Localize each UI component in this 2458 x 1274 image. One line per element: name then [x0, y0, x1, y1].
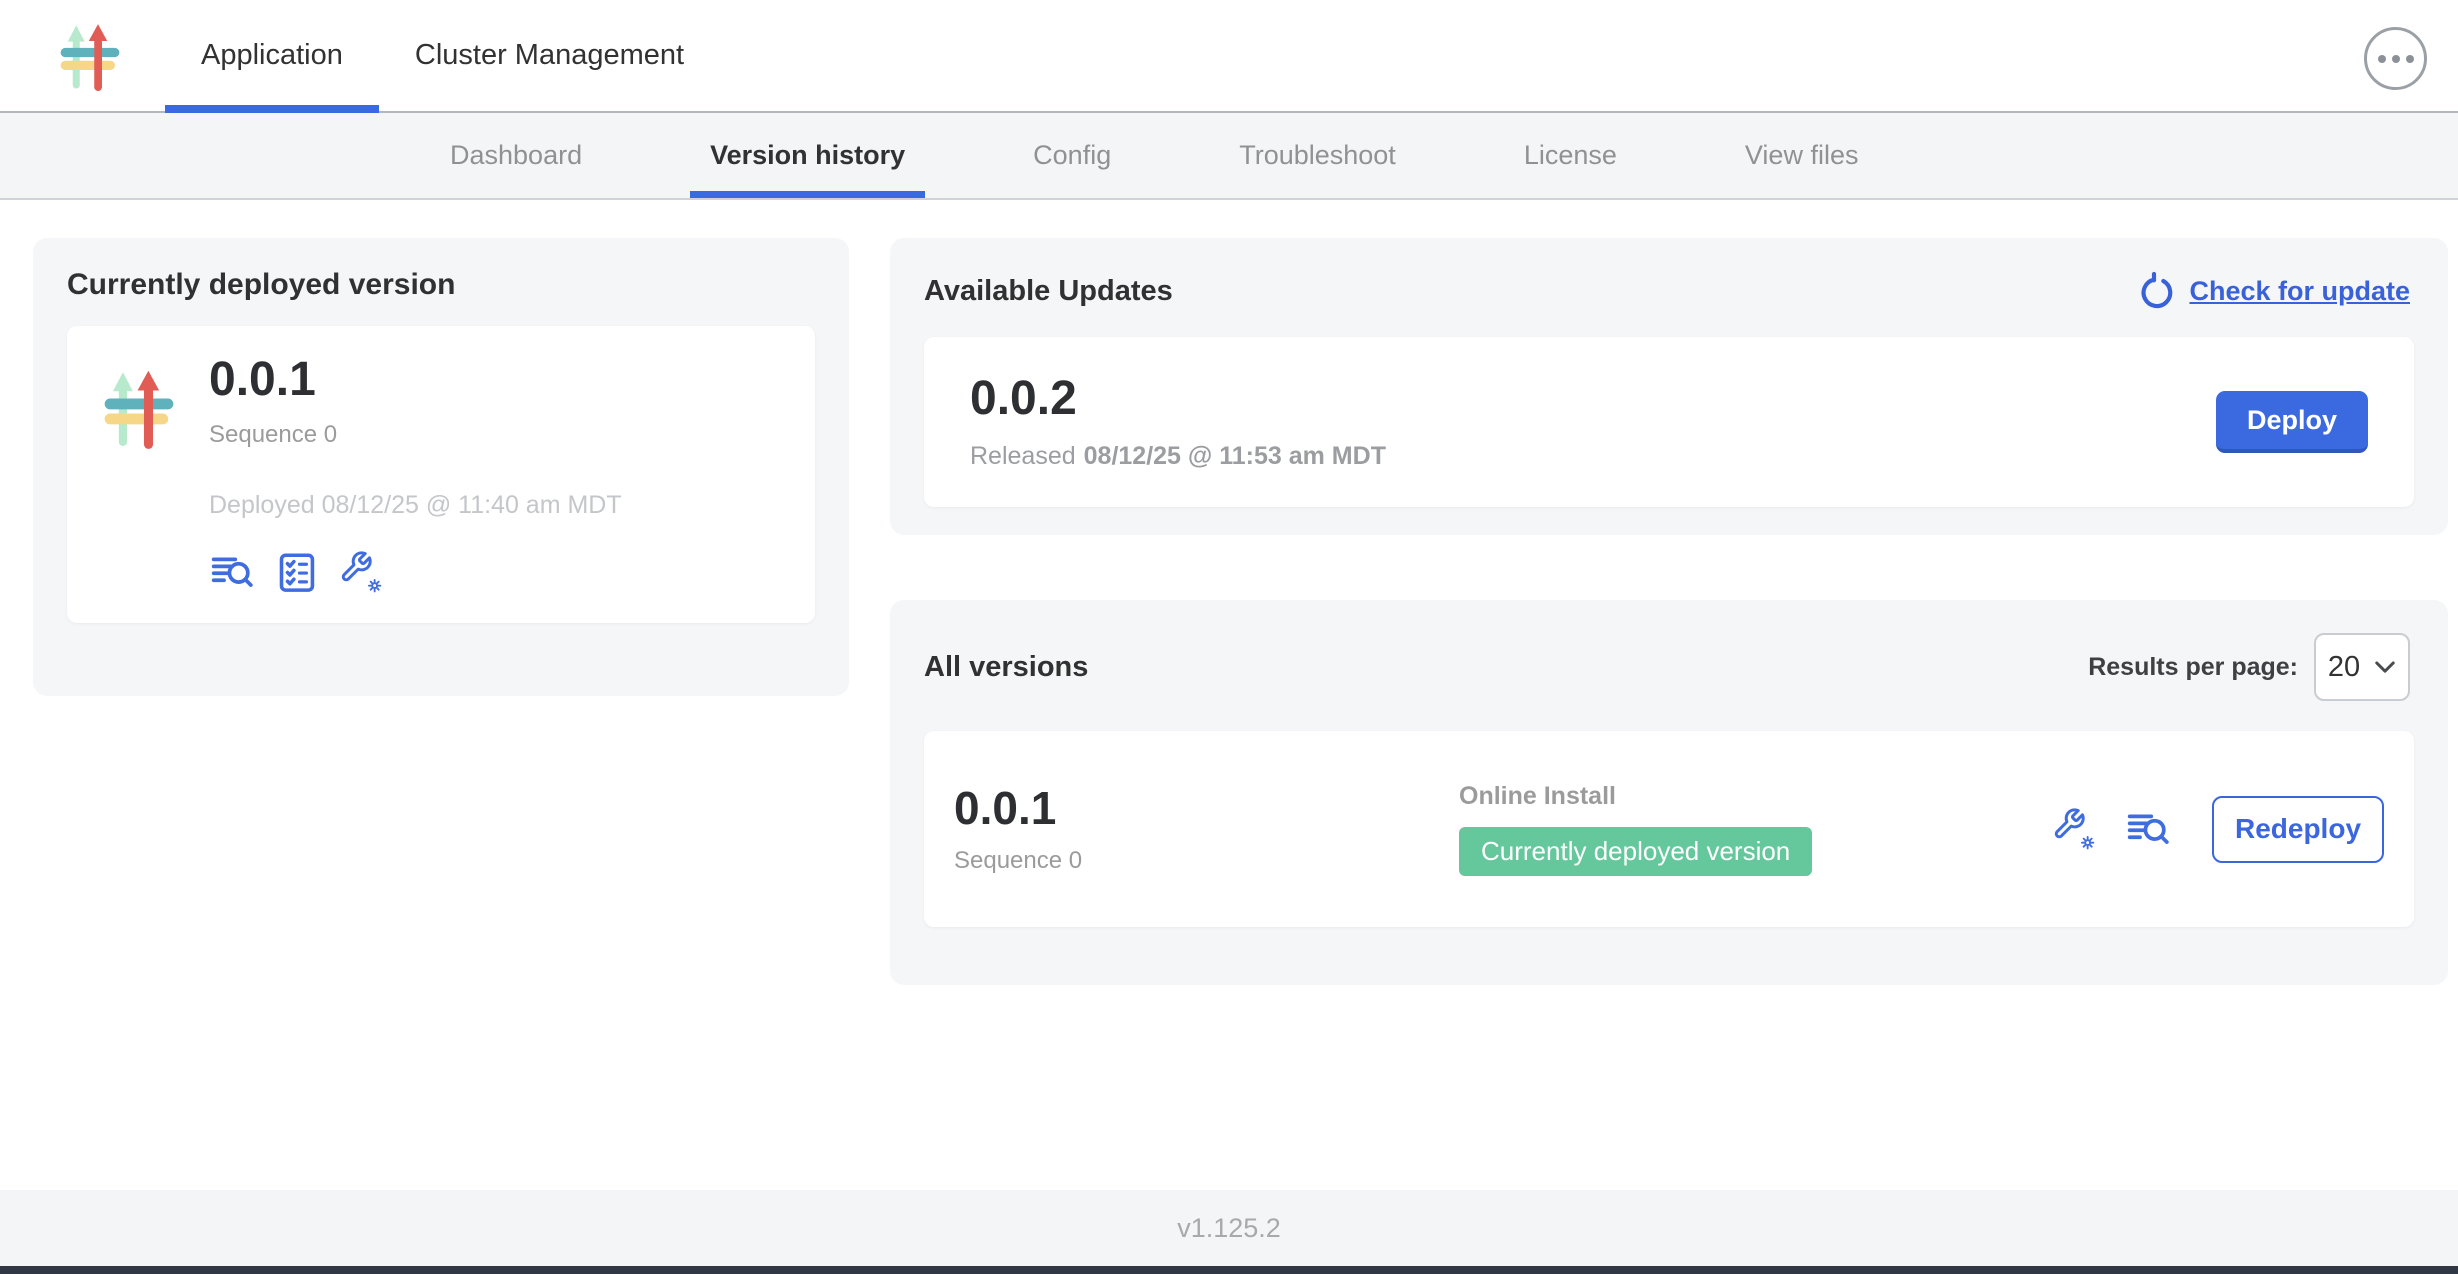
tab-application-label: Application — [201, 39, 343, 72]
release-diff-icon[interactable] — [2125, 807, 2170, 852]
currently-deployed-panel: Currently deployed version 0.0.1 Sequenc… — [33, 238, 849, 696]
install-type-label: Online Install — [1459, 782, 1616, 811]
results-per-page-value: 20 — [2328, 651, 2360, 684]
released-timestamp: 08/12/25 @ 11:53 am MDT — [1084, 442, 1386, 470]
top-nav: Application Cluster Management — [165, 0, 720, 111]
chevron-down-icon — [2374, 660, 2396, 675]
deployed-version-card: 0.0.1 Sequence 0 Deployed 08/12/25 @ 11:… — [67, 326, 815, 623]
app-logo-icon — [57, 21, 123, 91]
results-per-page-select[interactable]: 20 — [2314, 633, 2410, 701]
admin-console-page: Application Cluster Management Dashboard… — [0, 0, 2458, 1274]
update-released-line: Released 08/12/25 @ 11:53 am MDT — [970, 442, 1386, 471]
refresh-icon[interactable] — [2137, 271, 2177, 311]
update-version-number: 0.0.2 — [970, 373, 1386, 426]
deploy-button[interactable]: Deploy — [2216, 391, 2368, 453]
tab-config-label: Config — [1033, 140, 1111, 171]
tab-view-files-label: View files — [1745, 140, 1859, 171]
edit-config-wrench-icon[interactable] — [339, 550, 384, 595]
deployed-actions — [209, 550, 622, 595]
tab-application[interactable]: Application — [165, 0, 379, 111]
all-versions-panel: All versions Results per page: 20 0.0.1 … — [890, 600, 2448, 985]
all-versions-title: All versions — [924, 651, 1088, 684]
app-logo-icon — [101, 360, 177, 456]
version-row: 0.0.1 Sequence 0 Online Install Currentl… — [924, 731, 2414, 927]
deployed-version-number: 0.0.1 — [209, 354, 622, 407]
redeploy-button[interactable]: Redeploy — [2212, 796, 2384, 863]
results-per-page-group: Results per page: 20 — [2088, 633, 2410, 701]
active-tab-indicator — [165, 105, 379, 113]
app-subnav: Dashboard Version history Config Trouble… — [0, 113, 2458, 200]
tab-view-files[interactable]: View files — [1745, 113, 1859, 198]
tab-troubleshoot-label: Troubleshoot — [1239, 140, 1396, 171]
deployed-timestamp: Deployed 08/12/25 @ 11:40 am MDT — [209, 491, 622, 520]
check-for-update-link[interactable]: Check for update — [2137, 271, 2410, 311]
tab-license-label: License — [1524, 140, 1617, 171]
available-updates-panel: Available Updates Check for update 0.0.2… — [890, 238, 2448, 535]
tab-dashboard[interactable]: Dashboard — [450, 113, 582, 198]
tab-version-history-label: Version history — [710, 140, 905, 171]
tab-cluster-management[interactable]: Cluster Management — [379, 0, 720, 111]
console-version: v1.125.2 — [1177, 1213, 1281, 1244]
tab-dashboard-label: Dashboard — [450, 140, 582, 171]
currently-deployed-title: Currently deployed version — [67, 268, 815, 302]
release-diff-icon[interactable] — [209, 550, 254, 595]
tab-cluster-management-label: Cluster Management — [415, 39, 684, 72]
main-content: Currently deployed version 0.0.1 Sequenc… — [0, 200, 2458, 1190]
preflight-checks-icon[interactable] — [274, 550, 319, 595]
tab-troubleshoot[interactable]: Troubleshoot — [1239, 113, 1396, 198]
edit-config-wrench-icon[interactable] — [2052, 807, 2097, 852]
row-version-number: 0.0.1 — [954, 783, 1459, 834]
tab-license[interactable]: License — [1524, 113, 1617, 198]
currently-deployed-badge: Currently deployed version — [1459, 827, 1812, 876]
top-header: Application Cluster Management — [0, 0, 2458, 113]
bottom-edge-bar — [0, 1266, 2458, 1274]
available-updates-title: Available Updates — [924, 275, 1173, 308]
update-row: 0.0.2 Released 08/12/25 @ 11:53 am MDT De… — [924, 337, 2414, 507]
tab-config[interactable]: Config — [1033, 113, 1111, 198]
deployed-sequence: Sequence 0 — [209, 421, 622, 449]
footer-bar: v1.125.2 — [0, 1190, 2458, 1266]
results-per-page-label: Results per page: — [2088, 653, 2298, 682]
released-prefix: Released — [970, 442, 1076, 470]
ellipsis-menu-icon[interactable] — [2364, 27, 2427, 90]
active-subtab-indicator — [690, 191, 925, 198]
tab-version-history[interactable]: Version history — [710, 113, 905, 198]
row-sequence: Sequence 0 — [954, 847, 1459, 875]
check-for-update-label[interactable]: Check for update — [2189, 276, 2410, 307]
